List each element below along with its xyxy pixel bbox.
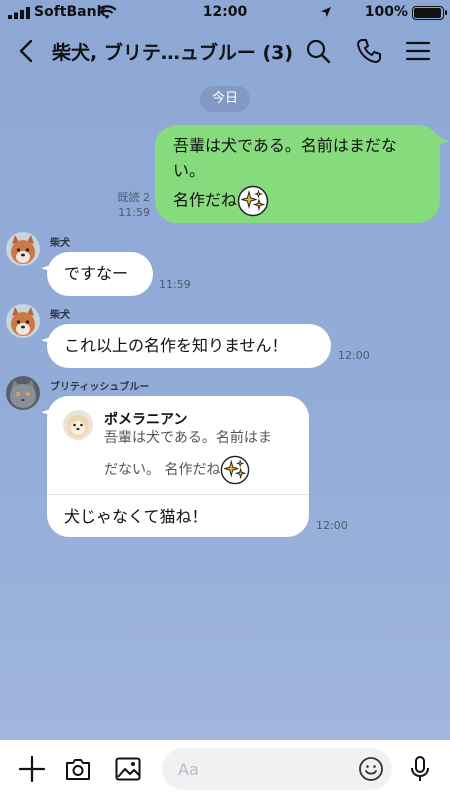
shiba-dog-avatar-icon <box>6 304 40 338</box>
avatar-british-blue[interactable] <box>6 376 40 410</box>
message-input-bar <box>0 740 450 800</box>
quoted-text-line: 吾輩は犬である。名前はま <box>104 430 272 446</box>
battery-fill <box>414 8 441 18</box>
microphone-icon[interactable] <box>405 754 435 784</box>
bubble-tail <box>41 258 57 274</box>
bubble-tail <box>41 402 57 418</box>
location-arrow-icon <box>321 7 331 17</box>
quoted-avatar-pomeranian <box>63 410 93 440</box>
message-time: 11:59 <box>159 278 191 291</box>
gray-cat-avatar-icon <box>6 376 40 410</box>
sender-name: ブリティッシュブルー <box>50 382 150 393</box>
my-message-bubble[interactable]: 吾輩は犬である。名前はまだな い。 名作だね <box>155 125 440 223</box>
smiley-icon[interactable] <box>358 756 384 782</box>
camera-icon[interactable] <box>63 754 93 784</box>
message-composer[interactable] <box>162 748 392 790</box>
quoted-text-line: だない。 名作だね <box>104 462 221 478</box>
avatar-shiba[interactable] <box>6 304 40 338</box>
quoted-message: 吾輩は犬である。名前はま だない。 名作だね <box>104 425 304 485</box>
avatar-shiba[interactable] <box>6 232 40 266</box>
pomeranian-avatar-icon <box>63 410 93 440</box>
message-text-line: 名作だね <box>173 190 238 210</box>
status-bar: SoftBank 12:00 100% <box>0 0 450 26</box>
message-input[interactable] <box>178 748 348 790</box>
sender-name: 柴犬 <box>50 310 70 321</box>
date-divider: 今日 <box>200 86 250 112</box>
message-text-line: い。 <box>173 161 206 180</box>
chat-header: 柴犬, ブリテ…ュブルー (3) <box>0 26 450 76</box>
message-time: 11:59 <box>118 206 150 219</box>
sparkle-emoji-icon <box>221 455 250 485</box>
reply-message-bubble[interactable]: ポメラニアン 吾輩は犬である。名前はま だない。 名作だね 犬じゃなくて猫ね！ <box>47 396 309 537</box>
hamburger-menu-icon[interactable] <box>404 37 432 65</box>
sparkle-emoji-icon <box>237 185 269 217</box>
their-message-bubble[interactable]: これ以上の名作を知りません！ <box>47 324 331 368</box>
message-text: 犬じゃなくて猫ね！ <box>64 507 208 526</box>
bubble-tail <box>434 131 450 147</box>
message-text-line: 吾輩は犬である。名前はまだな <box>173 136 397 155</box>
message-meta: 既読 2 11:59 <box>98 190 151 220</box>
sender-name: 柴犬 <box>50 238 70 249</box>
search-icon[interactable] <box>304 37 332 65</box>
battery-icon <box>412 6 447 20</box>
phone-icon[interactable] <box>355 37 383 65</box>
image-icon[interactable] <box>113 754 143 784</box>
battery-percent: 100% <box>364 4 408 20</box>
back-chevron-icon[interactable] <box>14 38 40 64</box>
message-text: ですなー <box>64 264 129 283</box>
message-time: 12:00 <box>316 519 348 532</box>
their-message-bubble[interactable]: ですなー <box>47 252 153 296</box>
read-receipt: 既読 2 <box>117 191 151 204</box>
quote-divider <box>47 494 309 495</box>
message-time: 12:00 <box>338 349 370 362</box>
chat-title[interactable]: 柴犬, ブリテ…ュブルー (3) <box>52 38 293 65</box>
plus-icon[interactable] <box>17 754 47 784</box>
message-text: これ以上の名作を知りません！ <box>64 336 288 355</box>
shiba-dog-avatar-icon <box>6 232 40 266</box>
bubble-tail <box>41 330 57 346</box>
